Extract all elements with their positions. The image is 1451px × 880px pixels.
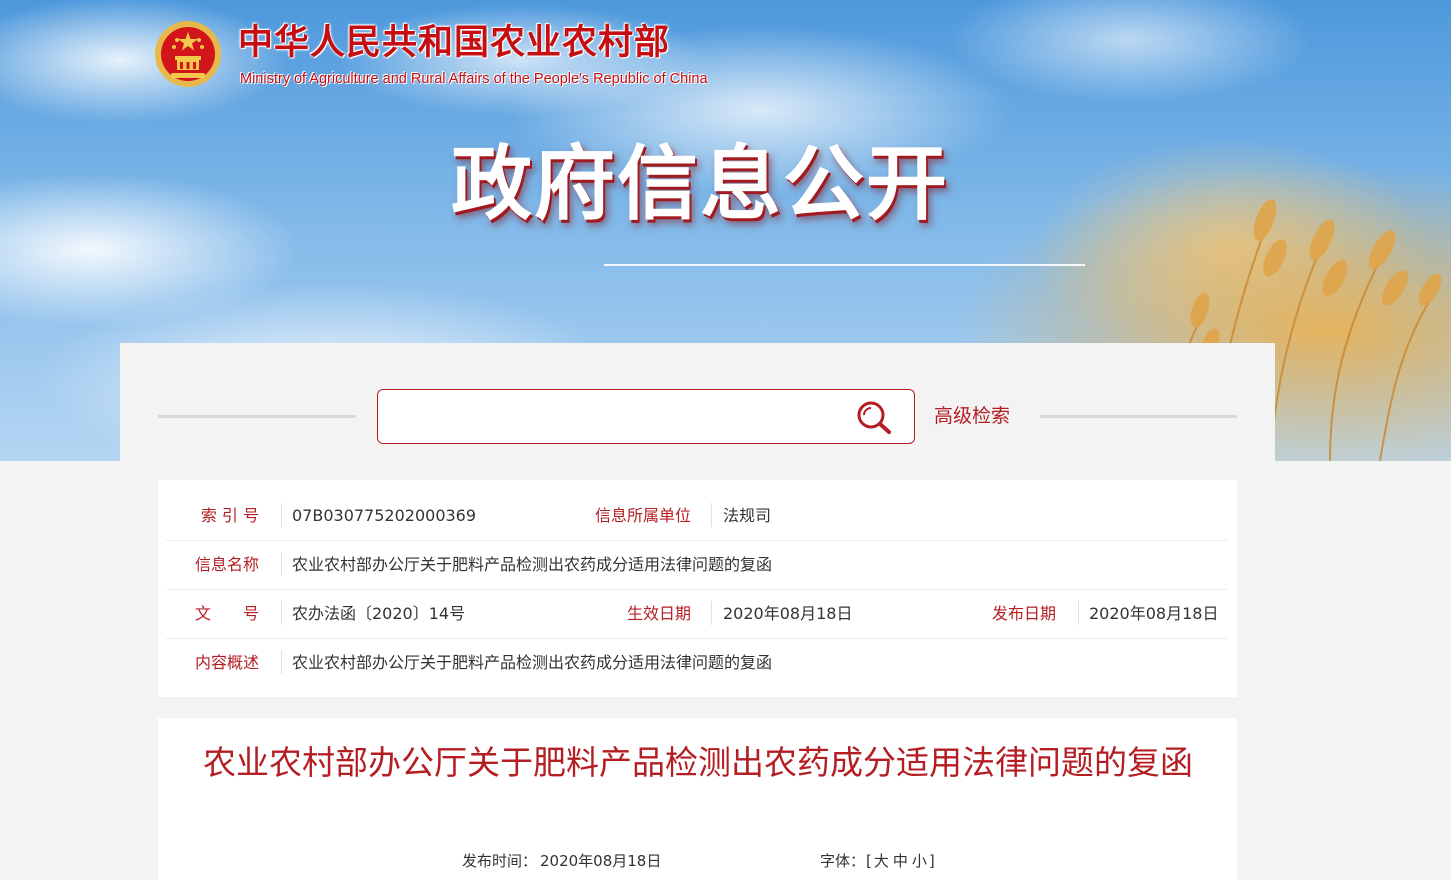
- unit-value: 法规司: [723, 506, 772, 525]
- main-panel: 高级检索 索 引 号 07B030775202000369 信息所属单位 法规司…: [120, 343, 1275, 880]
- search-divider-left: [158, 415, 356, 418]
- metadata-row-summary: 内容概述 农业农村部办公厅关于肥料产品检测出农药成分适用法律问题的复函: [166, 638, 1227, 687]
- cell-divider: [281, 650, 282, 674]
- effective-date-value: 2020年08月18日: [723, 604, 853, 623]
- cell-divider: [1078, 601, 1079, 625]
- cell-divider: [281, 552, 282, 576]
- publish-time-label: 发布时间：: [462, 852, 538, 870]
- metadata-table: 索 引 号 07B030775202000369 信息所属单位 法规司 信息名称…: [158, 480, 1237, 697]
- metadata-row-name: 信息名称 农业农村部办公厅关于肥料产品检测出农药成分适用法律问题的复函: [166, 540, 1227, 590]
- advanced-search-link[interactable]: 高级检索: [934, 403, 1010, 429]
- publish-time-value: 2020年08月18日: [540, 852, 662, 870]
- font-medium-button[interactable]: 中: [893, 852, 908, 870]
- info-name-label: 信息名称: [194, 555, 259, 574]
- article-content: 农业农村部办公厅关于肥料产品检测出农药成分适用法律问题的复函 发布时间： 202…: [158, 718, 1237, 880]
- summary-value: 农业农村部办公厅关于肥料产品检测出农药成分适用法律问题的复函: [292, 653, 773, 672]
- summary-label: 内容概述: [194, 653, 259, 672]
- publish-date-value: 2020年08月18日: [1089, 604, 1219, 623]
- search-icon[interactable]: [854, 398, 894, 436]
- section-title: 政府信息公开: [450, 138, 949, 232]
- font-small-button[interactable]: 小: [912, 852, 927, 870]
- title-underline: [604, 264, 1085, 266]
- font-large-button[interactable]: 大: [874, 852, 889, 870]
- cell-divider: [281, 503, 282, 527]
- cell-divider: [711, 601, 712, 625]
- effective-date-label: 生效日期: [626, 604, 691, 623]
- unit-label: 信息所属单位: [594, 506, 691, 525]
- index-number-value: 07B030775202000369: [292, 506, 477, 525]
- font-size-controls: [大中小]: [866, 850, 935, 871]
- doc-number-value: 农办法函〔2020〕14号: [292, 604, 466, 623]
- metadata-row-index: 索 引 号 07B030775202000369 信息所属单位 法规司: [166, 491, 1227, 541]
- metadata-row-docno: 文 号 农办法函〔2020〕14号 生效日期 2020年08月18日 发布日期 …: [166, 589, 1227, 639]
- font-close-bracket: ]: [928, 852, 935, 870]
- font-open-bracket: [: [866, 852, 872, 870]
- cell-divider: [711, 503, 712, 527]
- search-divider-right: [1040, 415, 1237, 418]
- search-input[interactable]: [392, 400, 836, 434]
- search-box: [377, 389, 915, 444]
- index-number-label: 索 引 号: [200, 506, 259, 525]
- font-size-label: 字体：: [820, 852, 866, 870]
- doc-number-label: 文 号: [194, 604, 259, 623]
- article-title: 农业农村部办公厅关于肥料产品检测出农药成分适用法律问题的复函: [203, 743, 1193, 782]
- ministry-name-en[interactable]: Ministry of Agriculture and Rural Affair…: [240, 71, 708, 87]
- info-name-value: 农业农村部办公厅关于肥料产品检测出农药成分适用法律问题的复函: [292, 555, 773, 574]
- cell-divider: [281, 601, 282, 625]
- national-emblem-icon: [155, 21, 221, 87]
- publish-date-label: 发布日期: [991, 604, 1056, 623]
- ministry-name-cn[interactable]: 中华人民共和国农业农村部: [238, 18, 670, 68]
